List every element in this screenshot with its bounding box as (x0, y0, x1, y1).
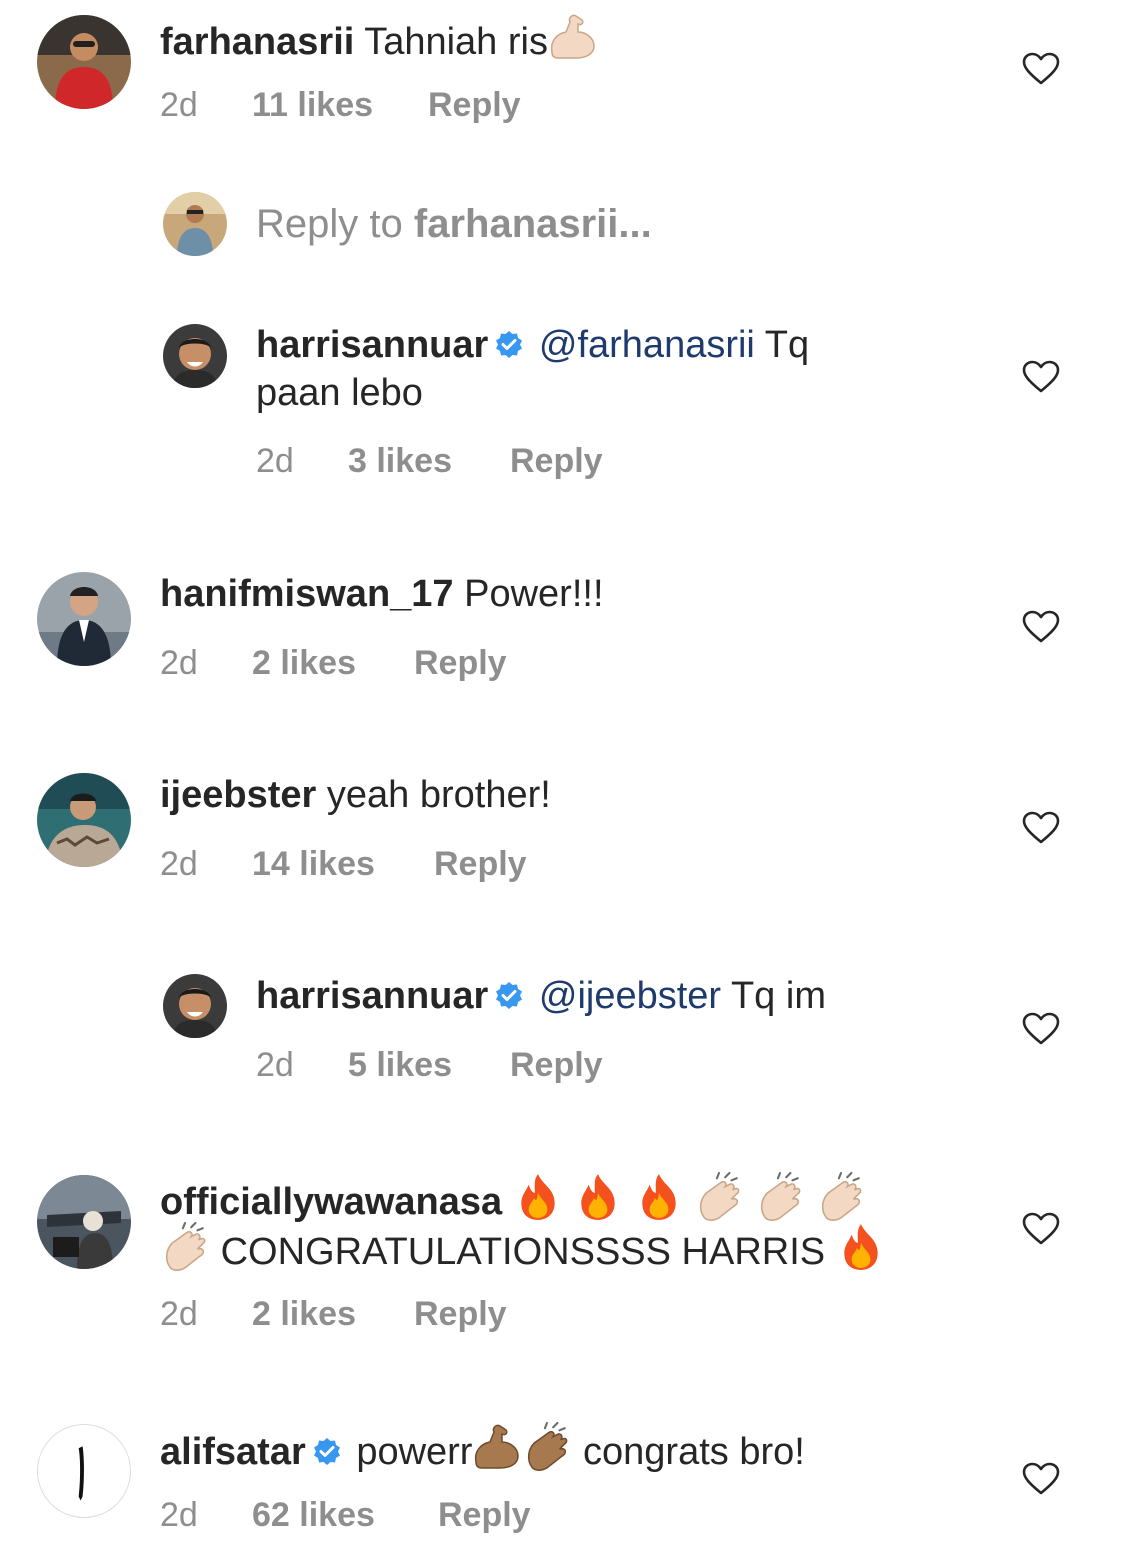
comment-meta: 2d 14 likes Reply (160, 845, 660, 889)
fire-emoji (581, 1174, 615, 1220)
heart-outline-icon[interactable] (1022, 360, 1060, 394)
comment-body: alifsatar powerr congrats bro! (160, 1422, 805, 1476)
comment-body: harrisannuar @farhanasrii Tq (256, 321, 809, 369)
avatar[interactable] (163, 974, 227, 1038)
clap-emoji (700, 1172, 741, 1222)
timestamp: 2d (256, 442, 294, 480)
comment-meta: 2d 11 likes Reply (160, 86, 660, 130)
comment-text: Power!!! (464, 573, 604, 615)
reply-button[interactable]: Reply (510, 1046, 603, 1085)
clap-emoji (760, 1172, 801, 1222)
reply-input[interactable]: Reply to farhanasrii... (256, 200, 652, 248)
comment-text: Tq im (730, 975, 826, 1017)
likes-count[interactable]: 3 likes (348, 442, 452, 481)
comment-body: ijeebster yeah brother! (160, 771, 551, 819)
comment-meta: 2d 5 likes Reply (256, 1046, 756, 1090)
clap-emoji (528, 1422, 569, 1472)
heart-outline-icon[interactable] (1022, 610, 1060, 644)
likes-count[interactable]: 11 likes (252, 86, 373, 125)
timestamp: 2d (160, 1295, 198, 1333)
username[interactable]: alifsatar (160, 1431, 306, 1473)
reply-button[interactable]: Reply (428, 86, 521, 125)
avatar[interactable] (37, 1175, 131, 1269)
clap-emoji (165, 1222, 206, 1272)
timestamp: 2d (160, 1496, 198, 1534)
verified-badge-icon (494, 981, 524, 1011)
comment-text-line2: CONGRATULATIONSSSS HARRIS (160, 1222, 886, 1276)
comment-text: powerr (356, 1431, 473, 1473)
comment-text-2: congrats bro! (583, 1431, 805, 1473)
heart-outline-icon[interactable] (1022, 1012, 1060, 1046)
muscle-emoji (550, 14, 595, 59)
mention-link[interactable]: @farhanasrii (539, 324, 755, 366)
fire-emoji (642, 1174, 676, 1220)
comment-text-line2: paan lebo (256, 372, 423, 414)
comment-meta: 2d 3 likes Reply (256, 442, 756, 486)
reply-prompt-prefix: Reply to (256, 202, 403, 246)
verified-badge-icon (494, 330, 524, 360)
avatar[interactable] (163, 324, 227, 388)
fire-emoji (521, 1174, 555, 1220)
timestamp: 2d (160, 644, 198, 682)
mention-link[interactable]: @ijeebster (539, 975, 721, 1017)
comment-meta: 2d 2 likes Reply (160, 644, 660, 688)
reply-button[interactable]: Reply (438, 1496, 531, 1535)
heart-outline-icon[interactable] (1022, 811, 1060, 845)
username[interactable]: harrisannuar (256, 324, 488, 366)
comment-meta: 2d 2 likes Reply (160, 1295, 660, 1339)
likes-count[interactable]: 2 likes (252, 1295, 356, 1334)
comment-text: yeah brother! (326, 774, 551, 816)
avatar[interactable] (37, 1424, 131, 1518)
likes-count[interactable]: 5 likes (348, 1046, 452, 1085)
comment-text: Tq (764, 324, 810, 366)
verified-badge-icon (312, 1437, 342, 1467)
username[interactable]: harrisannuar (256, 975, 488, 1017)
reply-button[interactable]: Reply (434, 845, 527, 884)
reply-prompt-username: farhanasrii... (413, 202, 652, 246)
avatar[interactable] (37, 773, 131, 867)
fire-emoji (844, 1224, 878, 1270)
username[interactable]: farhanasrii (160, 21, 354, 63)
reply-button[interactable]: Reply (414, 1295, 507, 1334)
comment-body: harrisannuar @ijeebster Tq im (256, 972, 826, 1020)
muscle-emoji (475, 1424, 520, 1469)
reply-button[interactable]: Reply (414, 644, 507, 683)
comment-body: officiallywawanasa (160, 1172, 866, 1226)
comment-text: Tahniah ris (364, 21, 548, 63)
timestamp: 2d (256, 1046, 294, 1084)
avatar (163, 192, 227, 256)
likes-count[interactable]: 14 likes (252, 845, 375, 884)
reply-button[interactable]: Reply (510, 442, 603, 481)
username[interactable]: ijeebster (160, 774, 316, 816)
likes-count[interactable]: 62 likes (252, 1496, 375, 1535)
comment-meta: 2d 62 likes Reply (160, 1496, 660, 1540)
username[interactable]: officiallywawanasa (160, 1181, 502, 1223)
avatar[interactable] (37, 15, 131, 109)
timestamp: 2d (160, 86, 198, 124)
clap-emoji (821, 1172, 862, 1222)
likes-count[interactable]: 2 likes (252, 644, 356, 683)
comment-body: hanifmiswan_17 Power!!! (160, 570, 604, 618)
heart-outline-icon[interactable] (1022, 1462, 1060, 1496)
timestamp: 2d (160, 845, 198, 883)
comment-body: farhanasrii Tahniah ris (160, 12, 598, 66)
comment-text: CONGRATULATIONSSSS HARRIS (220, 1231, 826, 1273)
username[interactable]: hanifmiswan_17 (160, 573, 454, 615)
heart-outline-icon[interactable] (1022, 1212, 1060, 1246)
avatar[interactable] (37, 572, 131, 666)
heart-outline-icon[interactable] (1022, 52, 1060, 86)
